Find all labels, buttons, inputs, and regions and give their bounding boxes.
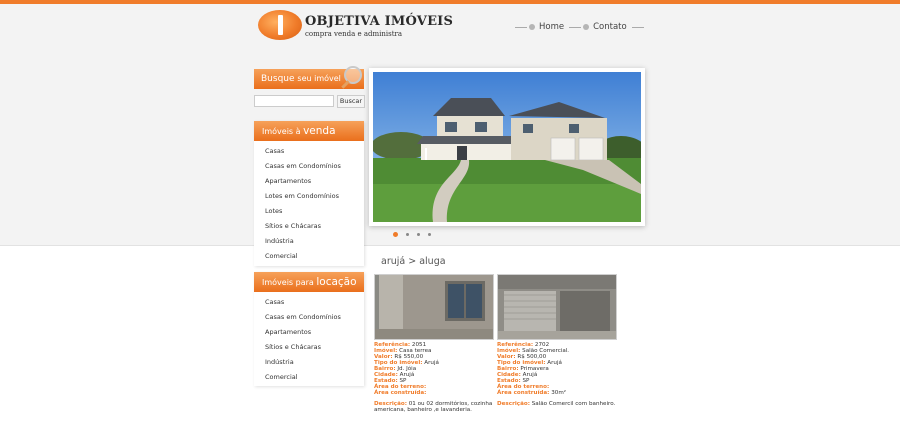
- rent-menu-item-apartamentos[interactable]: Apartamentos: [254, 325, 364, 340]
- rent-menu-list: Casas Casas em Condomínios Apartamentos …: [254, 292, 364, 385]
- property-photo-2-image: [498, 275, 616, 339]
- property-description: Descrição: 01 ou 02 dormitórios, cozinha…: [374, 401, 493, 413]
- search-heading-rest: seu imóvel: [297, 74, 341, 83]
- nav-divider: [631, 26, 644, 28]
- sale-menu-list: Casas Casas em Condomínios Apartamentos …: [254, 141, 364, 264]
- sale-menu-item-industria[interactable]: Indústria: [254, 234, 364, 249]
- rent-menu-heading-big: locação: [316, 276, 357, 288]
- sale-menu-item-lotes[interactable]: Lotes: [254, 204, 364, 219]
- rent-menu-item-casas-condominios[interactable]: Casas em Condomínios: [254, 310, 364, 325]
- slider-pagination: [393, 232, 439, 237]
- rent-menu-panel: Imóveis para locação Casas Casas em Cond…: [254, 272, 364, 386]
- logo-emblem-icon: [258, 10, 302, 40]
- sale-menu-heading: Imóveis à venda: [254, 121, 364, 141]
- sale-menu-item-casas[interactable]: Casas: [254, 144, 364, 159]
- slider-dot-1[interactable]: [393, 232, 398, 237]
- top-accent-bar: [0, 0, 900, 4]
- nav-divider: [515, 26, 527, 28]
- property-field: Área construída:: [374, 390, 427, 396]
- search-button[interactable]: Buscar: [337, 95, 365, 108]
- rent-menu-heading: Imóveis para locação: [254, 272, 364, 292]
- slider-dot-3[interactable]: [417, 233, 420, 236]
- rent-menu-item-casas[interactable]: Casas: [254, 295, 364, 310]
- nav-bullet-icon: [529, 24, 535, 30]
- nav-divider: [569, 26, 582, 28]
- rent-menu-heading-pre: Imóveis para: [262, 278, 314, 287]
- sale-menu-item-casas-condominios[interactable]: Casas em Condomínios: [254, 159, 364, 174]
- site-logo[interactable]: OBJETIVA IMÓVEIS compra venda e administ…: [258, 10, 453, 42]
- sale-menu-heading-big: venda: [303, 125, 336, 137]
- top-navigation: Home Contato: [513, 20, 646, 34]
- property-field: Área construída: 30m²: [497, 390, 567, 396]
- sale-menu-heading-pre: Imóveis à: [262, 127, 301, 136]
- rent-menu-item-comercial[interactable]: Comercial: [254, 370, 364, 385]
- slider-dot-4[interactable]: [428, 233, 431, 236]
- property-details-1: Referência: 2051 Imóvel: Casa terrea Val…: [374, 342, 494, 413]
- sale-menu-item-apartamentos[interactable]: Apartamentos: [254, 174, 364, 189]
- nav-bullet-icon: [583, 24, 590, 30]
- sale-menu-item-sitios[interactable]: Sítios e Chácaras: [254, 219, 364, 234]
- property-photo-1-image: [375, 275, 493, 339]
- rent-menu-item-sitios[interactable]: Sítios e Chácaras: [254, 340, 364, 355]
- nav-contact-link[interactable]: Contato: [593, 22, 627, 32]
- sale-menu-item-lotes-condominios[interactable]: Lotes em Condomínios: [254, 189, 364, 204]
- search-input[interactable]: [254, 95, 334, 107]
- property-photo-2[interactable]: [497, 274, 617, 340]
- nav-home-link[interactable]: Home: [539, 22, 564, 32]
- logo-name: OBJETIVA IMÓVEIS: [305, 14, 454, 29]
- property-photo-1[interactable]: [374, 274, 494, 340]
- property-description: Descrição: Salão Comercil com banheiro.: [497, 401, 616, 407]
- slider-dot-2[interactable]: [406, 233, 409, 236]
- search-heading-main: Busque: [261, 74, 295, 84]
- logo-tagline: compra venda e administra: [305, 30, 403, 38]
- sale-menu-panel: Imóveis à venda Casas Casas em Condomíni…: [254, 121, 364, 266]
- rent-menu-item-industria[interactable]: Indústria: [254, 355, 364, 370]
- sale-menu-item-comercial[interactable]: Comercial: [254, 249, 364, 264]
- property-details-2: Referência: 2702 Imóvel: Salão Comercial…: [497, 342, 617, 407]
- house-photo: [373, 72, 641, 222]
- breadcrumb: arujá > aluga: [381, 256, 446, 267]
- featured-slider[interactable]: [369, 68, 645, 226]
